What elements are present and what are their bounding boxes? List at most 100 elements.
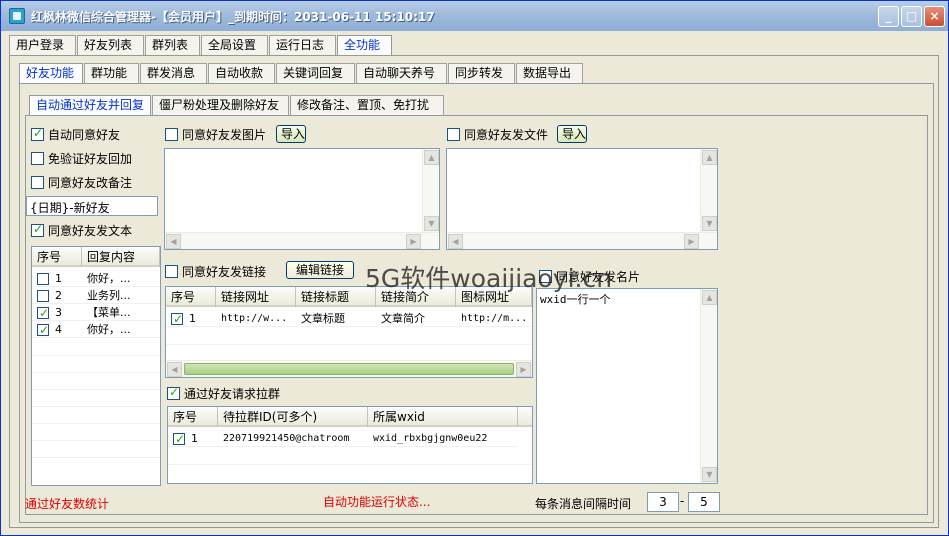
table-row[interactable]: 1 你好，... — [32, 270, 160, 287]
row-title: 文章标题 — [301, 312, 345, 325]
tab-sync-forward[interactable]: 同步转发 — [448, 63, 515, 83]
checkbox-icon — [447, 128, 460, 141]
send-file-checkbox[interactable]: 同意好友发文件 — [447, 126, 548, 143]
col-owner-wxid[interactable]: 所属wxid — [368, 407, 518, 427]
scroll-down-icon[interactable]: ▼ — [702, 216, 717, 231]
no-verify-label: 免验证好友回加 — [48, 152, 133, 166]
window-title: 红枫林微信综合管理器-【会员用户】_到期时间：2031-06-11 15:10:… — [31, 10, 435, 24]
row-checkbox[interactable] — [37, 322, 49, 338]
scroll-right-icon[interactable]: ▶ — [516, 362, 531, 377]
table-row[interactable]: 2 业务列... — [32, 287, 160, 304]
send-link-checkbox[interactable]: 同意好友发链接 — [165, 263, 266, 280]
col-reply-content[interactable]: 回复内容 — [82, 247, 160, 267]
tab-auto-chat[interactable]: 自动聊天养号 — [356, 63, 447, 83]
group-invite-checkbox[interactable]: 通过好友请求拉群 — [167, 385, 280, 402]
row-checkbox[interactable] — [37, 305, 49, 321]
card-wxid-textarea[interactable]: wxid一行一个 ▲ ▼ — [536, 288, 718, 484]
import-image-button[interactable]: 导入 — [276, 125, 306, 143]
link-table-hscroll[interactable]: ◀ ▶ — [166, 360, 532, 377]
app-icon — [9, 8, 25, 24]
table-row[interactable]: 4 你好，... — [32, 321, 160, 338]
tab-run-log[interactable]: 运行日志 — [269, 35, 336, 55]
col-no[interactable]: 序号 — [166, 287, 216, 307]
remark-checkbox[interactable]: 同意好友改备注 — [31, 174, 132, 191]
scroll-up-icon[interactable]: ▲ — [424, 150, 439, 165]
scroll-right-icon[interactable]: ▶ — [684, 234, 699, 249]
send-link-label: 同意好友发链接 — [182, 265, 267, 279]
no-verify-checkbox[interactable]: 免验证好友回加 — [31, 150, 132, 167]
friend-count-stat: 通过好友数统计 — [25, 497, 110, 511]
send-file-label: 同意好友发文件 — [464, 128, 549, 142]
tab-group-functions[interactable]: 群功能 — [84, 63, 139, 83]
tab-friend-functions[interactable]: 好友功能 — [19, 63, 83, 84]
col-link-url[interactable]: 链接网址 — [216, 287, 296, 307]
remark-label: 同意好友改备注 — [48, 176, 133, 190]
row-content: 【菜单... — [87, 306, 131, 319]
tab-all-functions[interactable]: 全功能 — [337, 35, 392, 56]
maximize-button[interactable]: □ — [901, 6, 922, 27]
file-list[interactable]: ▲ ▼ ◀ ▶ — [446, 148, 718, 250]
scroll-left-icon[interactable]: ◀ — [167, 362, 182, 377]
card-vscroll[interactable]: ▲ ▼ — [700, 289, 717, 483]
interval-max-input[interactable]: 5 — [688, 492, 720, 512]
remark-input[interactable]: {日期}-新好友 — [26, 196, 158, 216]
reply-table[interactable]: 序号 回复内容 1 你好，... 2 业务列... 3 【菜单... 4 你好，… — [31, 246, 161, 486]
image-list[interactable]: ▲ ▼ ◀ ▶ — [164, 148, 440, 250]
row-checkbox[interactable] — [173, 431, 185, 447]
row-content: 你好，... — [87, 323, 131, 336]
close-button[interactable]: × — [924, 6, 945, 27]
file-list-hscroll[interactable]: ◀ ▶ — [447, 232, 717, 249]
row-checkbox[interactable] — [171, 311, 183, 327]
row-checkbox[interactable] — [37, 272, 49, 285]
tab-friend-list[interactable]: 好友列表 — [77, 35, 144, 55]
scroll-down-icon[interactable]: ▼ — [424, 216, 439, 231]
scroll-down-icon[interactable]: ▼ — [702, 467, 717, 482]
col-no[interactable]: 序号 — [32, 247, 82, 267]
tab-auto-collect[interactable]: 自动收款 — [208, 63, 275, 83]
tab-keyword-reply[interactable]: 关键词回复 — [276, 63, 355, 83]
send-text-label: 同意好友发文本 — [48, 224, 133, 238]
tab-data-export[interactable]: 数据导出 — [516, 63, 583, 83]
scroll-up-icon[interactable]: ▲ — [702, 290, 717, 305]
table-row[interactable]: 3 【菜单... — [32, 304, 160, 321]
scroll-up-icon[interactable]: ▲ — [702, 150, 717, 165]
col-link-title[interactable]: 链接标题 — [296, 287, 376, 307]
tab-user-login[interactable]: 用户登录 — [9, 35, 76, 55]
title-bar[interactable]: 红枫林微信综合管理器-【会员用户】_到期时间：2031-06-11 15:10:… — [1, 1, 948, 31]
row-checkbox[interactable] — [37, 289, 49, 302]
interval-dash: - — [680, 494, 685, 508]
row-icon-url: http://m... — [461, 313, 528, 324]
col-no[interactable]: 序号 — [168, 407, 218, 427]
scroll-left-icon[interactable]: ◀ — [448, 234, 463, 249]
third-tab-strip: 自动通过好友并回复 僵尸粉处理及删除好友 修改备注、置顶、免打扰 — [29, 95, 529, 116]
col-room-id[interactable]: 待拉群ID(可多个) — [218, 407, 368, 427]
tab-mass-message[interactable]: 群发消息 — [140, 63, 207, 83]
tab-auto-accept-reply[interactable]: 自动通过好友并回复 — [29, 95, 151, 116]
row-content: 你好，... — [87, 272, 131, 285]
scroll-left-icon[interactable]: ◀ — [166, 234, 181, 249]
send-image-checkbox[interactable]: 同意好友发图片 — [165, 126, 266, 143]
edit-link-button[interactable]: 编辑链接 — [286, 261, 354, 279]
auto-accept-checkbox[interactable]: 自动同意好友 — [31, 126, 120, 143]
table-row[interactable]: 1 220719921450@chatroom wxid_rbxbgjgnw0e… — [168, 430, 518, 447]
tab-global-settings[interactable]: 全局设置 — [201, 35, 268, 55]
row-no: 4 — [55, 323, 62, 336]
link-table[interactable]: 序号 链接网址 链接标题 链接简介 图标网址 1 http://w... 文章标… — [165, 286, 533, 378]
scroll-right-icon[interactable]: ▶ — [406, 234, 421, 249]
minimize-button[interactable]: _ — [878, 6, 899, 27]
interval-min-input[interactable]: 3 — [647, 492, 679, 512]
run-status: 自动功能运行状态... — [323, 495, 431, 509]
tab-edit-remark[interactable]: 修改备注、置顶、免打扰 — [290, 95, 444, 115]
image-list-hscroll[interactable]: ◀ ▶ — [165, 232, 439, 249]
file-list-vscroll[interactable]: ▲ ▼ — [700, 149, 717, 232]
auto-accept-label: 自动同意好友 — [48, 128, 121, 142]
scroll-thumb[interactable] — [184, 363, 514, 375]
send-text-checkbox[interactable]: 同意好友发文本 — [31, 222, 132, 239]
image-list-vscroll[interactable]: ▲ ▼ — [422, 149, 439, 232]
checkbox-icon — [165, 128, 178, 141]
table-row[interactable]: 1 http://w... 文章标题 文章简介 http://m... — [166, 310, 532, 327]
group-invite-table[interactable]: 序号 待拉群ID(可多个) 所属wxid 1 220719921450@chat… — [167, 406, 533, 484]
tab-zombie-delete[interactable]: 僵尸粉处理及删除好友 — [152, 95, 289, 115]
import-file-button[interactable]: 导入 — [557, 125, 587, 143]
tab-group-list[interactable]: 群列表 — [145, 35, 200, 55]
